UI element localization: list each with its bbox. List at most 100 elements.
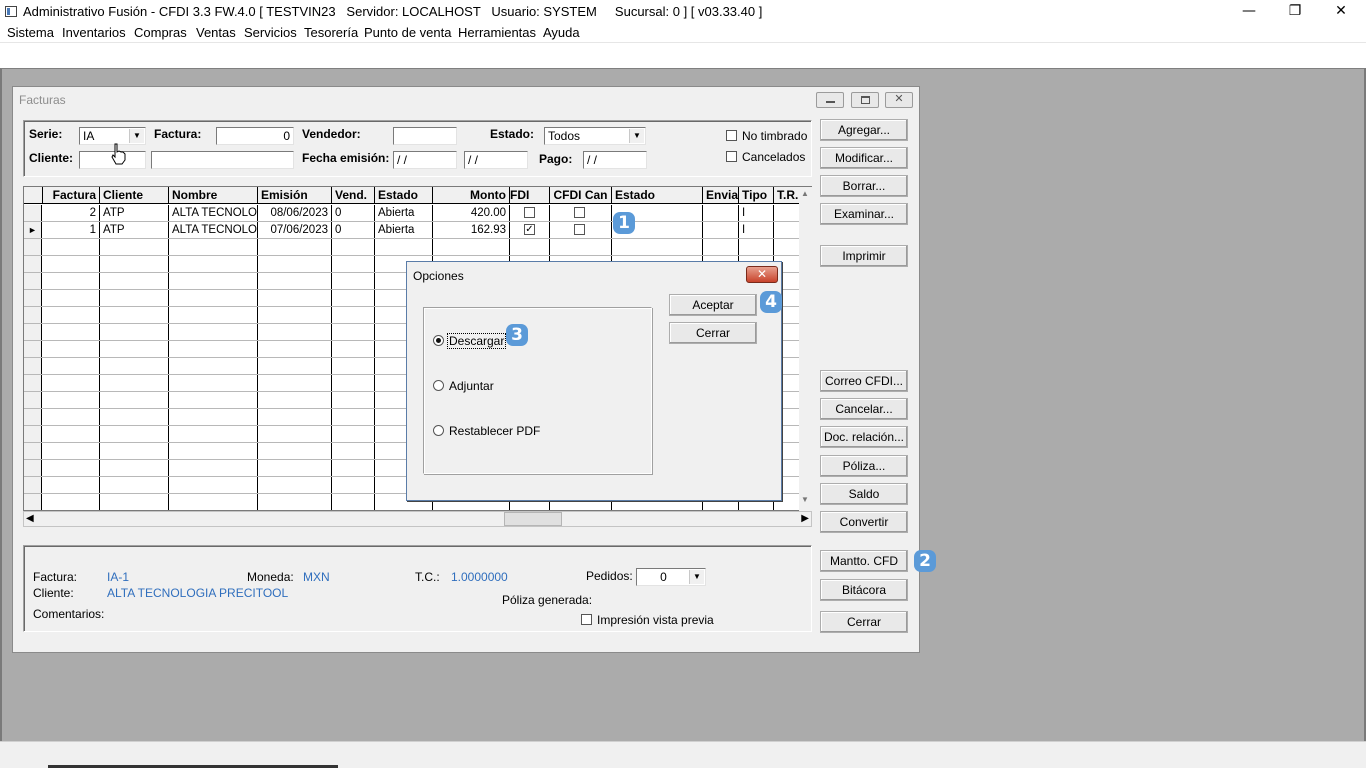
cfdi-can-checkbox[interactable]	[574, 207, 585, 218]
scroll-up-icon[interactable]: ▲	[801, 189, 809, 198]
col-emision[interactable]: Emisión	[258, 187, 332, 204]
bitacora-button[interactable]: Bitácora	[820, 579, 908, 601]
empty-row[interactable]	[24, 239, 800, 256]
row-selector[interactable]	[24, 426, 42, 442]
grid-vertical-scrollbar[interactable]: ▲ ▼	[799, 187, 813, 594]
vendedor-input[interactable]	[393, 127, 457, 145]
radio-adjuntar[interactable]	[433, 380, 444, 391]
radio-restablecer-pdf[interactable]	[433, 425, 444, 436]
restore-icon[interactable]: ❐	[1272, 0, 1318, 24]
grid-horizontal-scrollbar[interactable]: ◀ ▶	[23, 511, 812, 527]
impresion-vista-previa-checkbox[interactable]	[581, 614, 592, 625]
saldo-button[interactable]: Saldo	[820, 483, 908, 505]
aceptar-button[interactable]: Aceptar	[669, 294, 757, 316]
scroll-right-icon[interactable]: ▶	[801, 512, 809, 526]
chevron-down-icon[interactable]: ▼	[129, 129, 144, 143]
row-selector[interactable]	[24, 341, 42, 357]
radio-descargar[interactable]	[433, 335, 444, 346]
close-icon[interactable]: ✕	[746, 266, 778, 283]
menu-sistema[interactable]: Sistema	[7, 25, 54, 40]
cfdi-checkbox[interactable]: ✓	[524, 224, 535, 235]
borrar-button[interactable]: Borrar...	[820, 175, 908, 197]
estado-combo[interactable]: Todos ▼	[544, 127, 646, 145]
row-selector[interactable]	[24, 290, 42, 306]
pago-input[interactable]: / /	[583, 151, 647, 169]
col-tipo[interactable]: Tipo	[739, 187, 774, 204]
row-selector[interactable]	[24, 460, 42, 476]
correo-cfdi-button[interactable]: Correo CFDI...	[820, 370, 908, 392]
chevron-down-icon[interactable]: ▼	[689, 570, 704, 584]
opciones-cerrar-button[interactable]: Cerrar	[669, 322, 757, 344]
row-selector[interactable]	[24, 239, 42, 255]
pedidos-combo[interactable]: 0 ▼	[636, 568, 706, 586]
row-selector[interactable]	[24, 273, 42, 289]
col-cfdi-can[interactable]: CFDI Can	[550, 187, 612, 204]
col-vend[interactable]: Vend.	[332, 187, 375, 204]
row-selector[interactable]	[24, 392, 42, 408]
convertir-button[interactable]: Convertir	[820, 511, 908, 533]
minimize-icon[interactable]	[816, 92, 844, 108]
col-cliente[interactable]: Cliente	[100, 187, 169, 204]
row-selector[interactable]	[24, 256, 42, 272]
scroll-down-icon[interactable]: ▼	[801, 495, 809, 504]
descargar-label[interactable]: Descargar	[446, 333, 507, 349]
empty-cell	[258, 375, 332, 391]
factura-input[interactable]: 0	[216, 127, 294, 145]
agregar-button[interactable]: Agregar...	[820, 119, 908, 141]
table-row[interactable]: 2 ATP ALTA TECNOLOG 08/06/2023 0 Abierta…	[24, 205, 800, 222]
row-selector[interactable]	[24, 375, 42, 391]
row-selector[interactable]: ►	[24, 222, 42, 238]
restablecer-pdf-label[interactable]: Restablecer PDF	[449, 424, 540, 438]
table-row[interactable]: ► 1 ATP ALTA TECNOLOG 07/06/2023 0 Abier…	[24, 222, 800, 239]
menu-ayuda[interactable]: Ayuda	[543, 25, 580, 40]
col-estado-cfdi[interactable]: Estado	[612, 187, 703, 204]
menu-herramientas[interactable]: Herramientas	[458, 25, 536, 40]
doc-relacion-button[interactable]: Doc. relación...	[820, 426, 908, 448]
row-selector[interactable]	[24, 307, 42, 323]
imprimir-button[interactable]: Imprimir	[820, 245, 908, 267]
scroll-left-icon[interactable]: ◀	[26, 512, 34, 526]
modificar-button[interactable]: Modificar...	[820, 147, 908, 169]
col-nombre[interactable]: Nombre	[169, 187, 258, 204]
row-selector[interactable]	[24, 205, 42, 221]
row-selector[interactable]	[24, 409, 42, 425]
chevron-down-icon[interactable]: ▼	[629, 129, 644, 143]
cfdi-can-checkbox[interactable]	[574, 224, 585, 235]
cancelar-button[interactable]: Cancelar...	[820, 398, 908, 420]
col-monto[interactable]: Monto	[433, 187, 510, 204]
poliza-button[interactable]: Póliza...	[820, 455, 908, 477]
fecha-hasta-input[interactable]: / /	[464, 151, 528, 169]
row-selector[interactable]	[24, 477, 42, 493]
cliente-name-input[interactable]	[151, 151, 294, 169]
row-selector[interactable]	[24, 324, 42, 340]
empty-cell	[550, 239, 612, 255]
examinar-button[interactable]: Examinar...	[820, 203, 908, 225]
menu-servicios[interactable]: Servicios	[244, 25, 297, 40]
row-selector[interactable]	[24, 358, 42, 374]
menu-punto-de-venta[interactable]: Punto de venta	[364, 25, 451, 40]
col-envia[interactable]: Envia	[703, 187, 739, 204]
cfdi-checkbox[interactable]	[524, 207, 535, 218]
mantto-cfd-button[interactable]: Mantto. CFD	[820, 550, 908, 572]
fecha-desde-input[interactable]: / /	[393, 151, 457, 169]
menu-ventas[interactable]: Ventas	[196, 25, 236, 40]
col-estado[interactable]: Estado	[375, 187, 433, 204]
minimize-icon[interactable]: —	[1226, 0, 1272, 24]
cerrar-button[interactable]: Cerrar	[820, 611, 908, 633]
col-factura[interactable]: Factura	[43, 187, 100, 204]
menu-compras[interactable]: Compras	[134, 25, 187, 40]
adjuntar-label[interactable]: Adjuntar	[449, 379, 494, 393]
maximize-icon[interactable]	[851, 92, 879, 108]
row-selector[interactable]	[24, 443, 42, 459]
close-icon[interactable]: ✕	[1318, 0, 1364, 24]
col-cfdi[interactable]: FDI	[510, 187, 550, 204]
menu-tesoreria[interactable]: Tesorería	[304, 25, 358, 40]
row-selector[interactable]	[24, 494, 42, 510]
impresion-vista-previa-label: Impresión vista previa	[597, 613, 714, 627]
no-timbrado-checkbox[interactable]	[726, 130, 737, 141]
cancelados-checkbox[interactable]	[726, 151, 737, 162]
menu-inventarios[interactable]: Inventarios	[62, 25, 126, 40]
scroll-thumb[interactable]	[504, 512, 562, 526]
col-tr[interactable]: T.R.	[774, 187, 800, 204]
close-icon[interactable]: ✕	[885, 92, 913, 108]
